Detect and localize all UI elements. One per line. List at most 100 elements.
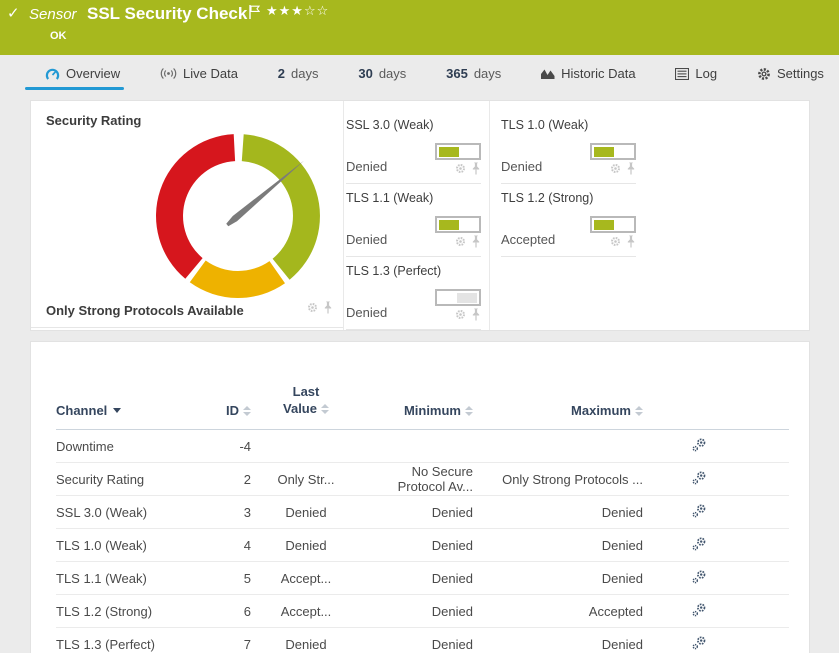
tab-label: Overview <box>66 66 121 81</box>
signal-icon <box>160 67 177 80</box>
cell-minimum: Denied <box>431 570 473 586</box>
sort-arrows-icon <box>320 404 329 415</box>
mini-lookup-bar <box>590 143 636 160</box>
channel-value: Denied <box>501 159 543 174</box>
tab-unit: days <box>291 66 319 81</box>
tab-label: Log <box>695 66 718 81</box>
pin-icon[interactable] <box>471 162 481 178</box>
column-header-last-value[interactable]: Last Value <box>251 384 361 418</box>
table-row: TLS 1.0 (Weak) 4 Denied Denied Denied <box>56 529 789 562</box>
prtg-sensor-page: ✓ Sensor SSL Security Check ★★★☆☆ OK Ove… <box>0 0 839 653</box>
cell-minimum: Denied <box>431 504 473 520</box>
priority-flag-icon[interactable] <box>249 5 261 19</box>
tab-bar: Overview Live Data 2 days 30 days 365 da… <box>24 66 830 96</box>
table-row: TLS 1.1 (Weak) 5 Accept... Denied Denied <box>56 562 789 595</box>
pin-icon[interactable] <box>323 301 333 317</box>
cell-channel: TLS 1.0 (Weak) <box>56 537 147 553</box>
security-rating-gauge <box>156 134 320 298</box>
cell-channel: SSL 3.0 (Weak) <box>56 504 148 520</box>
tab-historic-data[interactable]: Historic Data <box>541 66 636 90</box>
mini-bar-block <box>594 146 614 157</box>
gauge-segment-yellow <box>189 260 285 298</box>
cell-id: 2 <box>243 471 251 487</box>
gauge-icon <box>45 67 60 81</box>
column-header-minimum[interactable]: Minimum <box>361 403 473 418</box>
edit-channel-gears-icon[interactable] <box>691 635 707 651</box>
table-row: SSL 3.0 (Weak) 3 Denied Denied Denied <box>56 496 789 529</box>
edit-channel-gears-icon[interactable] <box>691 437 707 453</box>
protocol-tile: TLS 1.3 (Perfect) Denied <box>346 257 481 330</box>
protocol-tile: SSL 3.0 (Weak) Denied <box>346 111 481 184</box>
protocol-tile: TLS 1.2 (Strong) Accepted <box>501 184 636 257</box>
channel-gear-icon[interactable] <box>455 162 466 178</box>
tab-30-days[interactable]: 30 days <box>358 66 406 90</box>
channel-gear-icon[interactable] <box>307 301 318 317</box>
mini-lookup-bar <box>590 216 636 233</box>
tab-365-days[interactable]: 365 days <box>446 66 501 90</box>
cell-minimum: Denied <box>431 537 473 553</box>
cell-channel: Downtime <box>56 438 114 454</box>
channel-gear-icon[interactable] <box>455 235 466 251</box>
edit-channel-gears-icon[interactable] <box>691 536 707 552</box>
column-header-id[interactable]: ID <box>221 403 251 418</box>
edit-channel-gears-icon[interactable] <box>691 569 707 585</box>
gear-icon <box>757 67 771 81</box>
sort-arrows-icon <box>243 406 251 416</box>
sort-arrows-icon <box>635 406 643 416</box>
cell-id: 6 <box>243 603 251 619</box>
tab-live-data[interactable]: Live Data <box>160 66 238 90</box>
channel-name: TLS 1.0 (Weak) <box>501 118 589 132</box>
mini-lookup-bar <box>435 216 481 233</box>
tab-2-days[interactable]: 2 days <box>278 66 319 90</box>
cell-maximum: Accepted <box>588 603 643 619</box>
channel-value: Denied <box>346 305 388 320</box>
tab-number: 30 <box>358 66 373 81</box>
tab-settings[interactable]: Settings <box>757 66 824 90</box>
status-badge: OK <box>50 30 67 42</box>
column-header-maximum[interactable]: Maximum <box>473 403 643 418</box>
cell-channel: TLS 1.2 (Strong) <box>56 603 153 619</box>
sensor-title: SSL Security Check <box>87 4 248 23</box>
gauge-segment-red <box>156 134 236 279</box>
pin-icon[interactable] <box>471 308 481 324</box>
protocol-tile: TLS 1.0 (Weak) Denied <box>501 111 636 184</box>
mini-lookup-bar <box>435 143 481 160</box>
mini-bar-block <box>439 146 459 157</box>
area-chart-icon <box>541 67 555 80</box>
gauge-segment-green <box>241 134 320 280</box>
tab-log[interactable]: Log <box>675 66 717 90</box>
column-header-channel[interactable]: Channel <box>56 403 221 418</box>
channel-gear-icon[interactable] <box>610 162 621 178</box>
edit-channel-gears-icon[interactable] <box>691 503 707 519</box>
protocol-tiles-grid: SSL 3.0 (Weak) Denied TLS 1.0 (Weak) Den… <box>346 111 636 330</box>
channel-name: SSL 3.0 (Weak) <box>346 118 434 132</box>
sort-arrows-icon <box>465 406 473 416</box>
channel-name: TLS 1.3 (Perfect) <box>346 264 442 278</box>
tab-label: Settings <box>776 66 824 81</box>
cell-minimum: No Secure Protocol Av... <box>397 464 473 494</box>
channel-gear-icon[interactable] <box>455 308 466 324</box>
tile-divider <box>343 101 344 330</box>
pin-icon[interactable] <box>471 235 481 251</box>
channel-name: TLS 1.2 (Strong) <box>501 191 594 205</box>
edit-channel-gears-icon[interactable] <box>691 602 707 618</box>
tab-overview[interactable]: Overview <box>24 66 125 90</box>
cell-id: -4 <box>239 438 251 454</box>
edit-channel-gears-icon[interactable] <box>691 470 707 486</box>
table-row: Security Rating 2 Only Str... No Secure … <box>56 463 789 496</box>
channel-value: Accepted <box>501 232 556 247</box>
status-check-icon: ✓ <box>7 4 20 22</box>
pin-icon[interactable] <box>626 162 636 178</box>
cell-maximum: Denied <box>601 504 643 520</box>
cell-maximum: Denied <box>601 636 643 652</box>
cell-maximum: Denied <box>601 570 643 586</box>
tab-unit: days <box>473 66 502 81</box>
priority-stars[interactable]: ★★★☆☆ <box>266 4 329 19</box>
overview-panel: Security Rating Only Strong Protocols Av… <box>30 100 810 331</box>
channel-table: Channel ID Last Value Minimum Maximum Do… <box>56 364 789 653</box>
cell-last-value: Denied <box>285 636 327 652</box>
protocol-tile: TLS 1.1 (Weak) Denied <box>346 184 481 257</box>
pin-icon[interactable] <box>626 235 636 251</box>
channel-name: TLS 1.1 (Weak) <box>346 191 434 205</box>
channel-gear-icon[interactable] <box>610 235 621 251</box>
